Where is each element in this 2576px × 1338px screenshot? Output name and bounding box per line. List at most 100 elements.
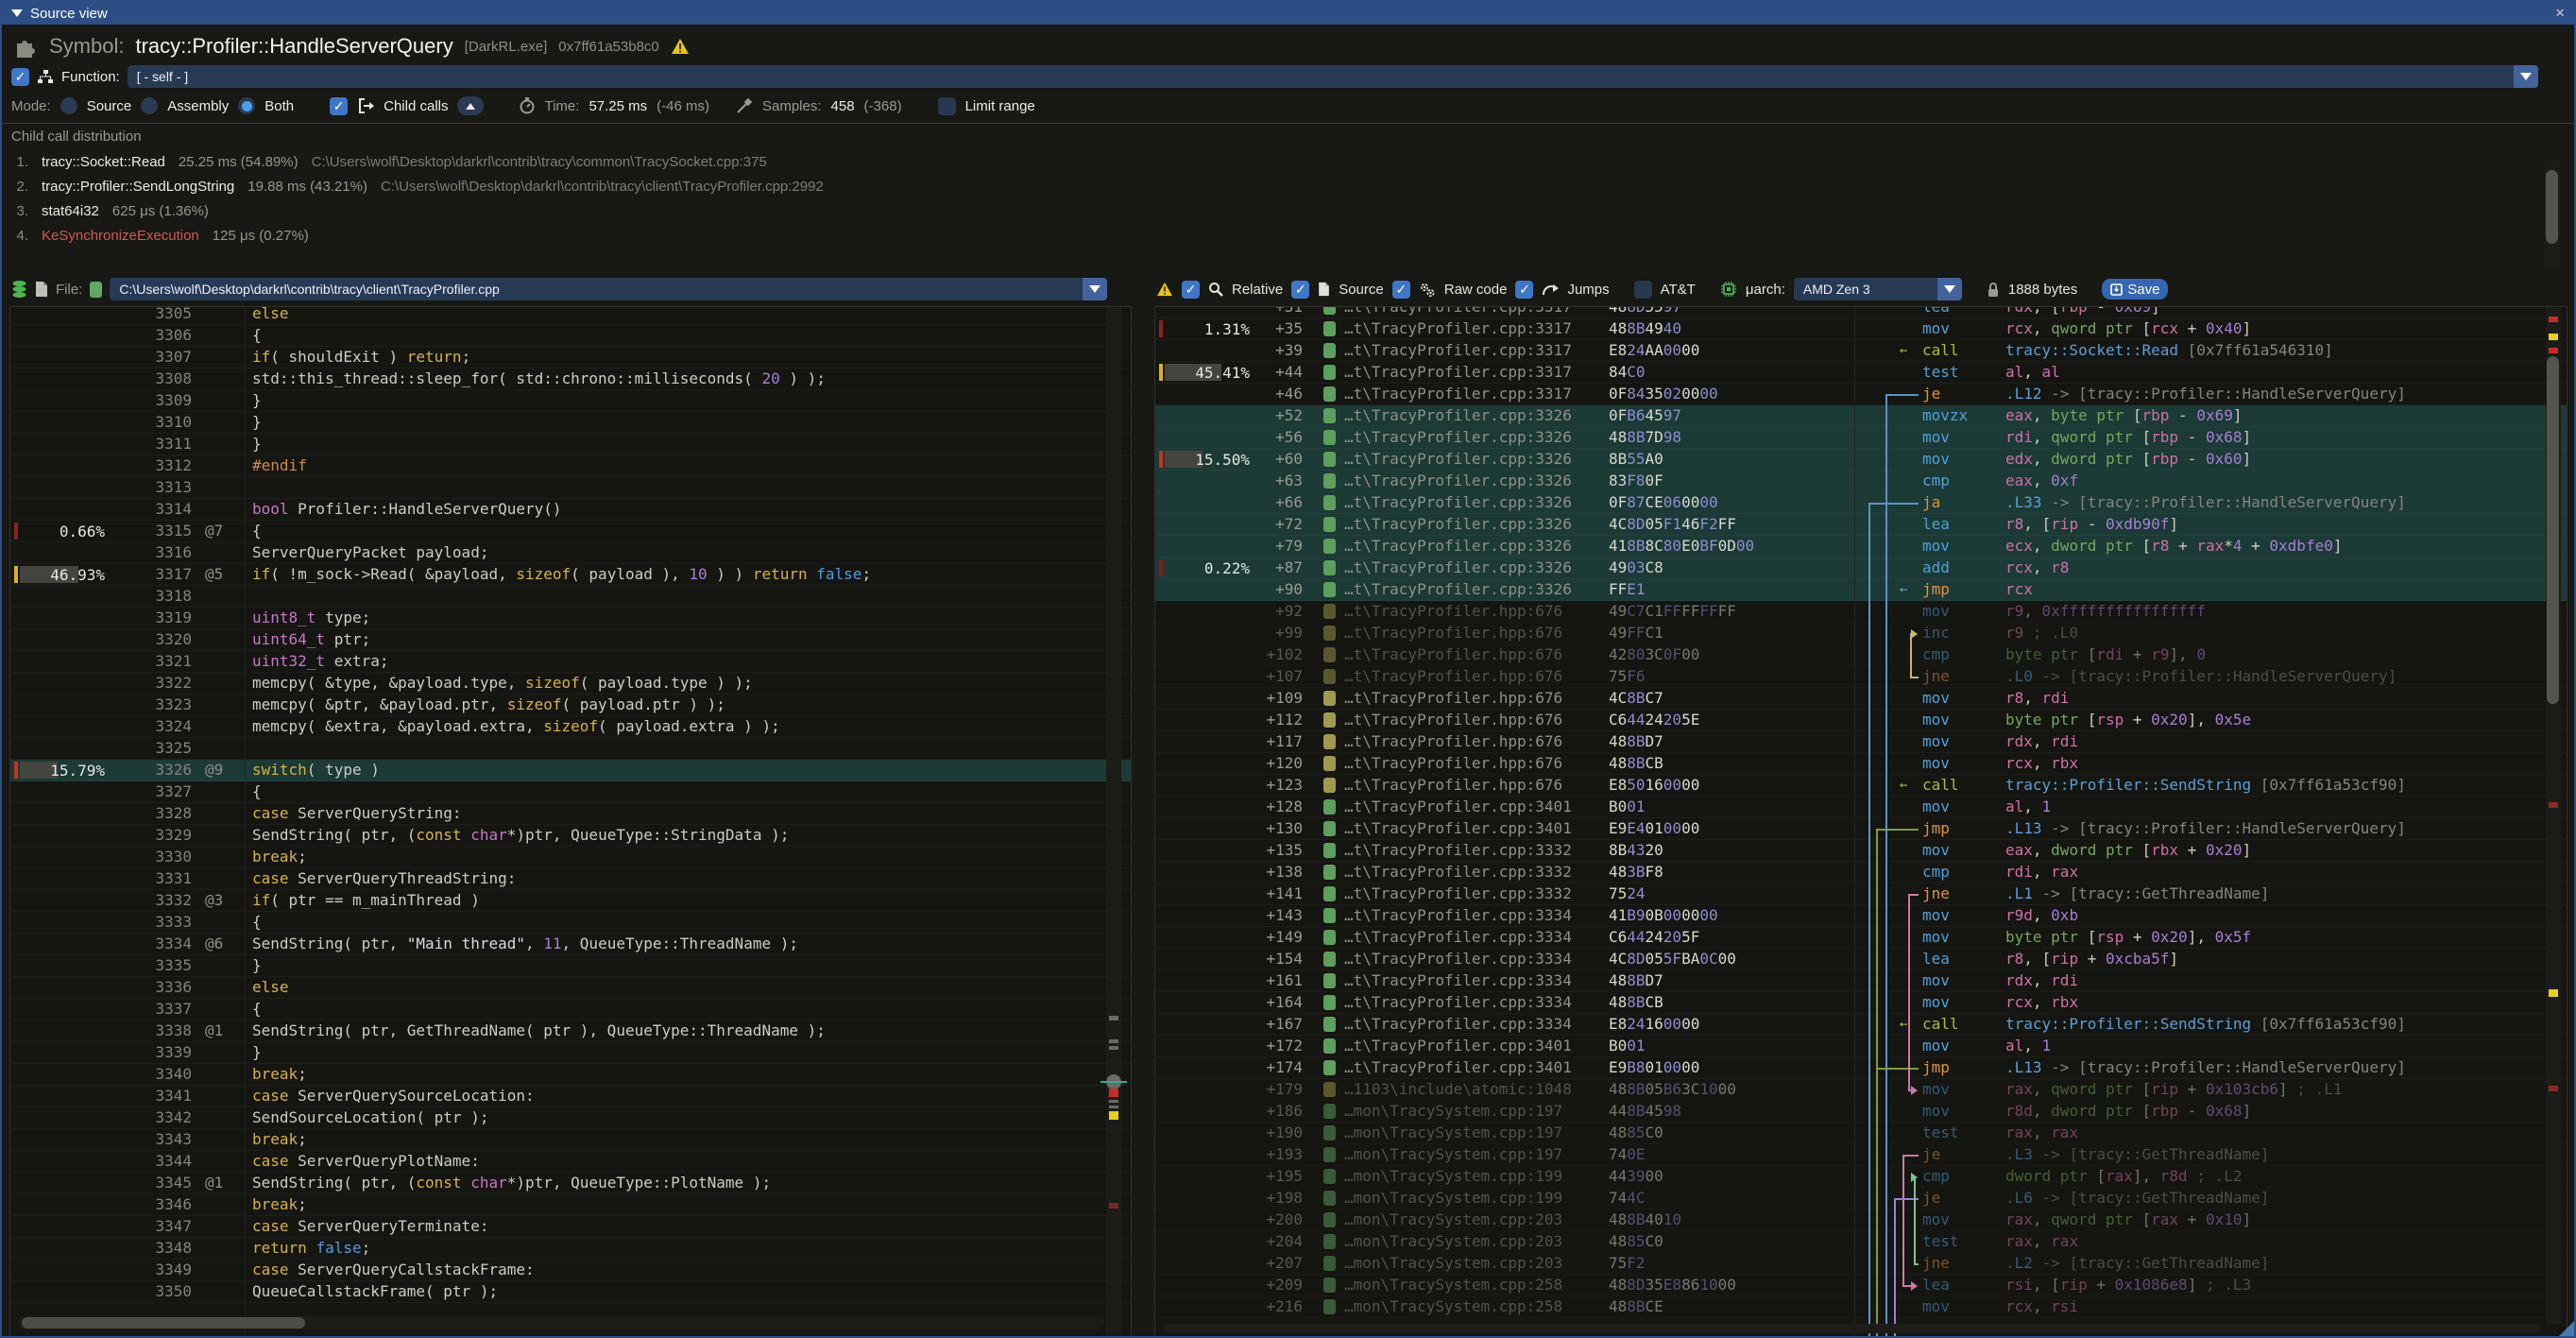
- asm-instruction-row[interactable]: +39…t\TracyProfiler.cpp:3317E824AA0000←c…: [1155, 340, 2567, 362]
- asm-instruction-row[interactable]: +174…t\TracyProfiler.cpp:3401E9B8010000j…: [1155, 1057, 2567, 1079]
- resize-grip[interactable]: [2559, 1321, 2574, 1336]
- raw-code-label[interactable]: Raw code: [1444, 282, 1508, 298]
- source-line-row[interactable]: 3311}: [10, 434, 1131, 455]
- source-line-row[interactable]: 3313: [10, 477, 1131, 499]
- asm-instruction-row[interactable]: +79…t\TracyProfiler.cpp:3326418B8C80E0BF…: [1155, 536, 2567, 558]
- limit-range-label[interactable]: Limit range: [965, 98, 1035, 114]
- asm-instruction-row[interactable]: +135…t\TracyProfiler.cpp:33328B4320movea…: [1155, 840, 2567, 862]
- asm-instruction-row[interactable]: +198…mon\TracySystem.cpp:199744Cje.L6 ->…: [1155, 1188, 2567, 1209]
- asm-instruction-row[interactable]: +193…mon\TracySystem.cpp:197740Eje.L3 ->…: [1155, 1144, 2567, 1166]
- source-line-row[interactable]: 3310 }: [10, 412, 1131, 434]
- child-call-scrollbar[interactable]: [2545, 161, 2560, 268]
- relative-checkbox[interactable]: ✓: [1182, 281, 1200, 299]
- source-line-row[interactable]: 3335 }: [10, 955, 1131, 977]
- mode-assembly-label[interactable]: Assembly: [167, 98, 229, 114]
- source-line-row[interactable]: 3331 case ServerQueryThreadString:: [10, 868, 1131, 890]
- asm-instruction-row[interactable]: +167…t\TracyProfiler.cpp:3334E824160000←…: [1155, 1014, 2567, 1036]
- source-line-row[interactable]: 3347 case ServerQueryTerminate:: [10, 1216, 1131, 1238]
- raw-code-checkbox[interactable]: ✓: [1392, 281, 1410, 299]
- asm-instruction-row[interactable]: +66…t\TracyProfiler.cpp:33260F87CE060000…: [1155, 492, 2567, 514]
- asm-instruction-row[interactable]: +161…t\TracyProfiler.cpp:3334488BD7movrd…: [1155, 970, 2567, 992]
- source-line-row[interactable]: 3333 {: [10, 912, 1131, 934]
- source-line-row[interactable]: 3332@3 if( ptr == m_mainThread ): [10, 890, 1131, 912]
- source-line-row[interactable]: 3344 case ServerQueryPlotName:: [10, 1151, 1131, 1173]
- asm-instruction-row[interactable]: +99…t\TracyProfiler.hpp:67649FFC1incr9 ;…: [1155, 623, 2567, 644]
- child-calls-label[interactable]: Child calls: [384, 98, 448, 114]
- asm-instruction-row[interactable]: +186…mon\TracySystem.cpp:197448B4598movr…: [1155, 1101, 2567, 1123]
- asm-instruction-row[interactable]: +90…t\TracyProfiler.cpp:3326FFE1←jmprcx: [1155, 579, 2567, 601]
- source-line-row[interactable]: 3337 {: [10, 999, 1131, 1021]
- asm-instruction-row[interactable]: +109…t\TracyProfiler.hpp:6764C8BC7movr8,…: [1155, 688, 2567, 710]
- titlebar[interactable]: Source view ×: [2, 2, 2574, 25]
- asm-instruction-row[interactable]: +141…t\TracyProfiler.cpp:33327524jne.L1 …: [1155, 883, 2567, 905]
- save-button[interactable]: Save: [2102, 279, 2168, 300]
- source-line-row[interactable]: 3307 if( shouldExit ) return;: [10, 347, 1131, 369]
- source-line-row[interactable]: 3327 {: [10, 781, 1131, 803]
- asm-vscrollbar[interactable]: [2546, 307, 2561, 1324]
- source-line-row[interactable]: 3319 uint8_t type;: [10, 608, 1131, 629]
- source-line-row[interactable]: 3336 else: [10, 977, 1131, 999]
- collapse-icon[interactable]: [11, 9, 23, 17]
- file-select[interactable]: C:\Users\wolf\Desktop\darkrl\contrib\tra…: [110, 278, 1107, 300]
- scrollbar-thumb[interactable]: [2546, 170, 2558, 244]
- asm-instruction-row[interactable]: +63…t\TracyProfiler.cpp:332683F80Fcmpeax…: [1155, 471, 2567, 492]
- source-line-row[interactable]: 3324 memcpy( &extra, &payload.extra, siz…: [10, 716, 1131, 738]
- source-line-row[interactable]: 3341 case ServerQuerySourceLocation:: [10, 1086, 1131, 1107]
- jumps-label[interactable]: Jumps: [1567, 282, 1609, 298]
- asm-instruction-row[interactable]: +128…t\TracyProfiler.cpp:3401B001moval, …: [1155, 797, 2567, 818]
- asm-instruction-row[interactable]: +209…mon\TracySystem.cpp:258488D35E88610…: [1155, 1275, 2567, 1296]
- asm-instruction-row[interactable]: +52…t\TracyProfiler.cpp:33260FB64597movz…: [1155, 405, 2567, 427]
- asm-instruction-row[interactable]: +120…t\TracyProfiler.hpp:676488BCBmovrcx…: [1155, 753, 2567, 775]
- mode-radio-assembly[interactable]: [141, 97, 158, 114]
- chevron-down-icon[interactable]: [2514, 65, 2538, 88]
- function-checkbox[interactable]: ✓: [11, 68, 29, 86]
- source-line-row[interactable]: 3340 break;: [10, 1064, 1131, 1086]
- relative-label[interactable]: Relative: [1232, 282, 1283, 298]
- asm-instruction-row[interactable]: +123…t\TracyProfiler.hpp:676E850160000←c…: [1155, 775, 2567, 797]
- source-line-row[interactable]: 3342 SendSourceLocation( ptr );: [10, 1107, 1131, 1129]
- source-line-row[interactable]: 3305 else: [10, 306, 1131, 325]
- source-line-row[interactable]: 3339 }: [10, 1042, 1131, 1064]
- att-checkbox[interactable]: [1634, 281, 1652, 299]
- source-label[interactable]: Source: [1339, 282, 1384, 298]
- asm-instruction-row[interactable]: +216…mon\TracySystem.cpp:258488BCEmovrcx…: [1155, 1296, 2567, 1318]
- source-line-row[interactable]: 3320 uint64_t ptr;: [10, 629, 1131, 651]
- asm-hscrollbar[interactable]: [1161, 1324, 2542, 1333]
- mode-radio-both[interactable]: [238, 97, 255, 114]
- source-line-row[interactable]: 3346 break;: [10, 1194, 1131, 1216]
- asm-instruction-row[interactable]: +130…t\TracyProfiler.cpp:3401E9E4010000j…: [1155, 818, 2567, 840]
- chevron-down-icon[interactable]: [1937, 278, 1962, 300]
- mode-both-label[interactable]: Both: [264, 98, 294, 114]
- scrollbar-thumb[interactable]: [22, 1317, 305, 1329]
- scrollbar-thumb[interactable]: [2547, 356, 2559, 704]
- child-call-item[interactable]: 1.tracy::Socket::Read25.25 ms (54.89%)C:…: [11, 149, 2543, 174]
- child-call-item[interactable]: 2.tracy::Profiler::SendLongString19.88 m…: [11, 174, 2543, 198]
- source-line-row[interactable]: 3322 memcpy( &type, &payload.type, sizeo…: [10, 673, 1131, 695]
- asm-instruction-row[interactable]: 1.31%+35…t\TracyProfiler.cpp:3317488B494…: [1155, 318, 2567, 340]
- function-select[interactable]: [ - self - ]: [128, 65, 2538, 88]
- source-line-row[interactable]: 3334@6 SendString( ptr, "Main thread", 1…: [10, 934, 1131, 955]
- asm-instruction-row[interactable]: +149…t\TracyProfiler.cpp:3334C64424205Fm…: [1155, 927, 2567, 949]
- asm-instruction-row[interactable]: +204…mon\TracySystem.cpp:2034885C0testra…: [1155, 1231, 2567, 1253]
- source-line-row[interactable]: 3306 {: [10, 325, 1131, 347]
- source-line-row[interactable]: 3329 SendString( ptr, (const char*)ptr, …: [10, 825, 1131, 847]
- asm-instruction-row[interactable]: +195…mon\TracySystem.cpp:199443900cmpdwo…: [1155, 1166, 2567, 1188]
- source-line-row[interactable]: 3349 case ServerQueryCallstackFrame:: [10, 1260, 1131, 1281]
- child-calls-checkbox[interactable]: ✓: [330, 97, 348, 115]
- source-line-row[interactable]: 3308 std::this_thread::sleep_for( std::c…: [10, 369, 1131, 390]
- asm-instruction-row[interactable]: +102…t\TracyProfiler.hpp:67642803C0F00cm…: [1155, 644, 2567, 666]
- source-line-row[interactable]: 3328 case ServerQueryString:: [10, 803, 1131, 825]
- source-line-row[interactable]: 3338@1 SendString( ptr, GetThreadName( p…: [10, 1021, 1131, 1042]
- source-line-row[interactable]: 3343 break;: [10, 1129, 1131, 1151]
- source-line-row[interactable]: 3314bool Profiler::HandleServerQuery(): [10, 499, 1131, 521]
- asm-instruction-row[interactable]: +172…t\TracyProfiler.cpp:3401B001moval, …: [1155, 1036, 2567, 1057]
- source-line-row[interactable]: 15.79%3326@9 switch( type ): [10, 760, 1131, 781]
- source-line-row[interactable]: 0.66%3315@7{: [10, 521, 1131, 542]
- source-hscrollbar[interactable]: [18, 1316, 1104, 1329]
- asm-instruction-row[interactable]: +207…mon\TracySystem.cpp:20375F2jne.L2 -…: [1155, 1253, 2567, 1275]
- march-select[interactable]: AMD Zen 3: [1794, 278, 1962, 300]
- source-vscrollbar[interactable]: [1106, 307, 1121, 1338]
- source-line-row[interactable]: 3309 }: [10, 390, 1131, 412]
- asm-instruction-row[interactable]: +31…t\TracyProfiler.cpp:3317488D5597lear…: [1155, 306, 2567, 318]
- source-line-row[interactable]: 3316 ServerQueryPacket payload;: [10, 542, 1131, 564]
